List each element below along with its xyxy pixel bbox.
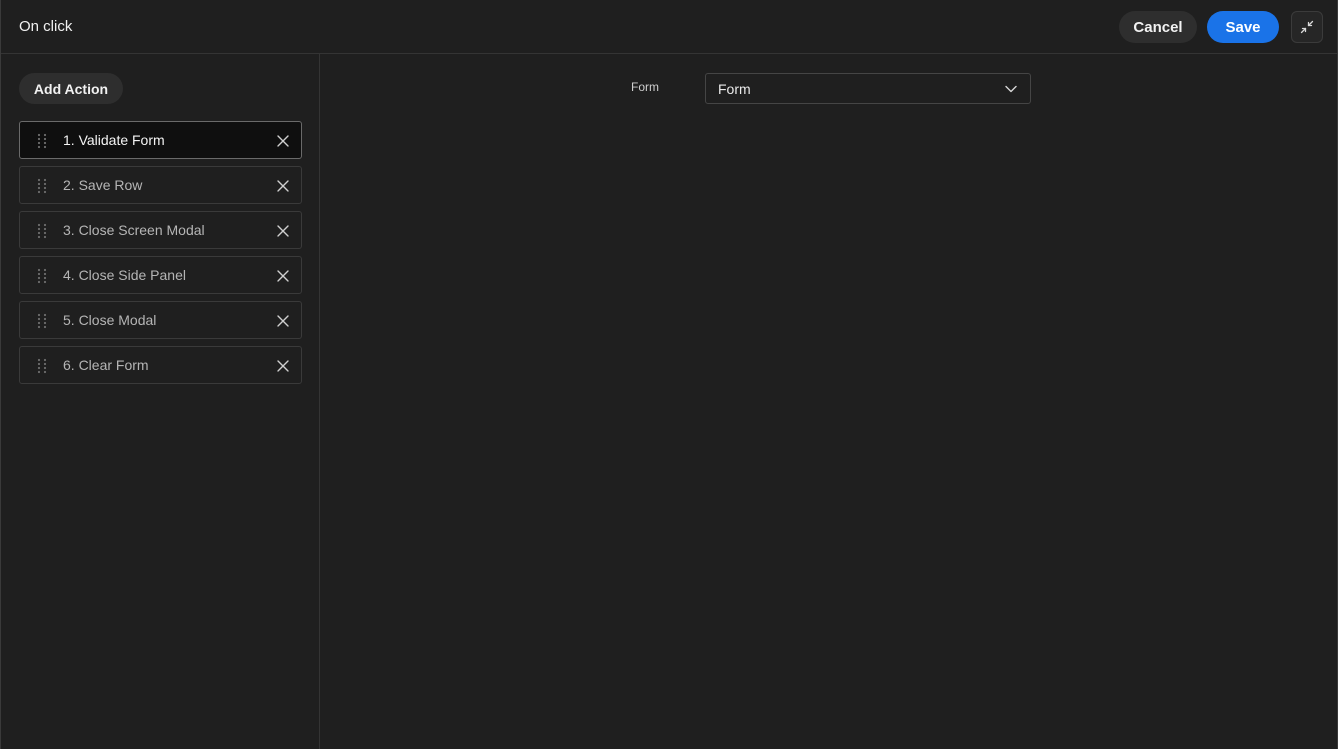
drag-handle-icon[interactable] [36,268,48,284]
page-title: On click [19,18,73,35]
minimize-arrows-icon [1300,20,1314,34]
remove-action-button[interactable] [274,222,291,239]
form-select[interactable]: Form [705,73,1031,104]
action-item-close-modal[interactable]: 5. Close Modal [19,301,302,339]
action-label: 5. Close Modal [63,312,157,328]
collapse-button[interactable] [1291,11,1323,43]
action-item-clear-form[interactable]: 6. Clear Form [19,346,302,384]
action-editor-window: On click Cancel Save Add Action 1. Valid… [0,0,1338,749]
remove-action-button[interactable] [274,267,291,284]
close-icon [276,314,289,327]
header-bar: On click Cancel Save [1,0,1337,54]
action-item-validate-form[interactable]: 1. Validate Form [19,121,302,159]
chevron-down-icon [1005,85,1017,93]
action-list: 1. Validate Form 2. Save Row 3. Close Sc… [19,121,302,391]
form-select-value: Form [718,81,751,97]
action-item-save-row[interactable]: 2. Save Row [19,166,302,204]
action-label: 6. Clear Form [63,357,149,373]
drag-handle-icon[interactable] [36,178,48,194]
close-icon [276,269,289,282]
cancel-button[interactable]: Cancel [1119,11,1197,43]
remove-action-button[interactable] [274,177,291,194]
action-settings-panel: Form Form [320,54,1337,749]
drag-handle-icon[interactable] [36,223,48,239]
add-action-button[interactable]: Add Action [19,73,123,104]
action-label: 1. Validate Form [63,132,165,148]
drag-handle-icon[interactable] [36,313,48,329]
close-icon [276,359,289,372]
action-label: 3. Close Screen Modal [63,222,205,238]
form-field-label: Form [631,80,659,94]
remove-action-button[interactable] [274,312,291,329]
close-icon [276,134,289,147]
action-label: 2. Save Row [63,177,143,193]
save-button[interactable]: Save [1207,11,1279,43]
action-item-close-screen-modal[interactable]: 3. Close Screen Modal [19,211,302,249]
drag-handle-icon[interactable] [36,133,48,149]
actions-sidebar: Add Action 1. Validate Form 2. Save Row … [1,54,320,749]
action-item-close-side-panel[interactable]: 4. Close Side Panel [19,256,302,294]
remove-action-button[interactable] [274,357,291,374]
close-icon [276,224,289,237]
drag-handle-icon[interactable] [36,358,48,374]
remove-action-button[interactable] [274,132,291,149]
close-icon [276,179,289,192]
action-label: 4. Close Side Panel [63,267,186,283]
